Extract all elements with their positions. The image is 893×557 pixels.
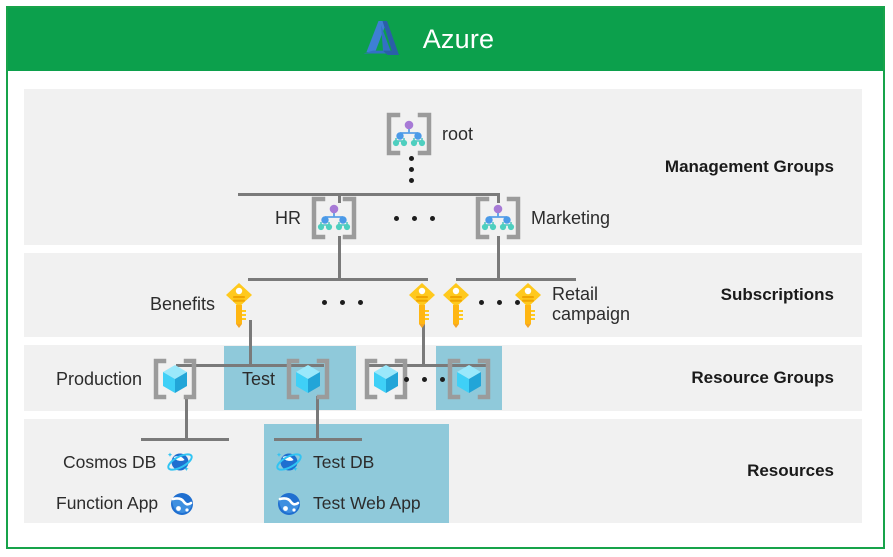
cosmos-db-icon xyxy=(165,448,195,478)
subscription-unlabeled-2[interactable] xyxy=(439,280,473,328)
resource-function-app[interactable]: Function App xyxy=(56,489,197,519)
connector-hr-down xyxy=(338,236,341,280)
connector-res-bar-production xyxy=(141,438,229,441)
key-icon xyxy=(511,280,545,328)
header-content: Azure xyxy=(361,19,495,61)
connector-res-bar-test xyxy=(274,438,362,441)
band-label-resources: Resources xyxy=(747,461,834,481)
resource-group-test-label: Test xyxy=(242,369,275,389)
ellipsis-dot xyxy=(409,178,414,183)
root-vertical-ellipsis xyxy=(409,156,414,183)
subscription-benefits[interactable]: Benefits xyxy=(150,280,256,328)
connector-rg-test-down xyxy=(316,396,319,440)
resource-group-test[interactable]: Test xyxy=(242,356,334,402)
management-group-icon xyxy=(472,195,524,241)
subscription-retail-campaign[interactable]: Retail campaign xyxy=(511,280,638,328)
ellipsis-dot xyxy=(340,300,345,305)
resource-group-icon xyxy=(443,356,495,402)
ellipsis-dot xyxy=(412,216,417,221)
management-group-marketing-label: Marketing xyxy=(531,208,610,228)
management-group-ellipsis xyxy=(394,216,435,221)
ellipsis-dot xyxy=(322,300,327,305)
key-icon xyxy=(405,280,439,328)
ellipsis-dot xyxy=(430,216,435,221)
band-label-management-groups: Management Groups xyxy=(665,157,834,177)
resource-test-web-app[interactable]: Test Web App xyxy=(274,489,421,519)
ellipsis-dot xyxy=(358,300,363,305)
header-title: Azure xyxy=(423,26,495,53)
resource-test-db[interactable]: Test DB xyxy=(274,448,374,478)
management-group-marketing[interactable]: Marketing xyxy=(472,195,610,241)
management-group-root[interactable]: root xyxy=(383,111,473,157)
subscription-benefits-label: Benefits xyxy=(150,294,215,314)
subscription-retail-campaign-label: Retail campaign xyxy=(552,284,638,324)
band-label-resource-groups: Resource Groups xyxy=(691,368,834,388)
cosmos-db-icon xyxy=(274,448,304,478)
azure-logo-icon xyxy=(361,19,405,61)
resource-cosmos-db-label: Cosmos DB xyxy=(63,453,156,473)
connector-rg-production-down xyxy=(185,396,188,440)
management-group-icon xyxy=(308,195,360,241)
management-group-icon xyxy=(383,111,435,157)
resource-group-icon xyxy=(282,356,334,402)
azure-header: Azure xyxy=(8,8,883,71)
management-group-hr[interactable]: HR xyxy=(275,195,360,241)
ellipsis-dot xyxy=(409,167,414,172)
management-group-hr-label: HR xyxy=(275,208,301,228)
subscription-ellipsis-left xyxy=(322,300,363,305)
ellipsis-dot xyxy=(479,300,484,305)
key-icon xyxy=(439,280,473,328)
resource-group-production[interactable]: Production xyxy=(56,356,201,402)
subscription-unlabeled-1[interactable] xyxy=(405,280,439,328)
connector-sub-bar-hr xyxy=(248,278,428,281)
management-group-root-label: root xyxy=(442,124,473,144)
ellipsis-dot xyxy=(394,216,399,221)
resource-test-web-app-label: Test Web App xyxy=(313,494,421,514)
ellipsis-dot xyxy=(422,377,427,382)
resource-test-db-label: Test DB xyxy=(313,453,374,473)
function-app-icon xyxy=(167,489,197,519)
resource-group-production-label: Production xyxy=(56,369,142,389)
resource-cosmos-db[interactable]: Cosmos DB xyxy=(63,448,195,478)
resource-group-ellipsis xyxy=(404,377,445,382)
resource-group-icon xyxy=(149,356,201,402)
diagram-frame: Azure Management Groups Subscriptions Re… xyxy=(6,6,885,549)
resource-group-unlabeled-2[interactable] xyxy=(443,356,495,402)
key-icon xyxy=(222,280,256,328)
ellipsis-dot xyxy=(404,377,409,382)
ellipsis-dot xyxy=(497,300,502,305)
connector-marketing-down xyxy=(497,236,500,280)
function-app-icon xyxy=(274,489,304,519)
band-label-subscriptions: Subscriptions xyxy=(721,285,834,305)
resource-function-app-label: Function App xyxy=(56,494,158,514)
